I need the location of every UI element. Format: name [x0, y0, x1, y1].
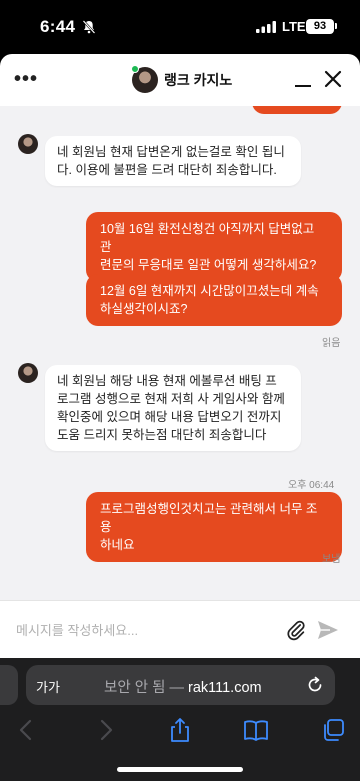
- message-input[interactable]: [16, 619, 256, 641]
- online-status-dot: [131, 65, 139, 73]
- back-icon[interactable]: [14, 717, 40, 743]
- more-dots-icon[interactable]: •••: [14, 68, 42, 90]
- message-line: 확인중에 있으며 해당 내용 답변오기 전까지: [57, 410, 282, 424]
- chat-messages[interactable]: 네 회원님 현재 답변온게 없는걸로 확인 됩니 다. 이용에 불편을 드려 대…: [0, 106, 360, 600]
- share-icon[interactable]: [167, 717, 193, 743]
- url-text[interactable]: 보안 안 됨 — rak111.com: [104, 676, 262, 697]
- reload-icon[interactable]: [305, 675, 325, 695]
- message-time: 오후 06:44: [288, 480, 335, 491]
- bell-slash-icon: [82, 20, 96, 34]
- message-line: 하실생각이시죠?: [100, 302, 188, 316]
- message-bubble-user: 12월 6일 현재까지 시간많이끄셨는데 계속 하실생각이시죠?: [86, 274, 342, 326]
- url-domain: rak111.com: [187, 680, 262, 696]
- chat-title: 랭크 카지노: [164, 72, 233, 88]
- forward-icon[interactable]: [92, 717, 118, 743]
- address-bar[interactable]: 가가 보안 안 됨 — rak111.com: [26, 665, 335, 705]
- security-warning: 보안 안 됨 —: [104, 680, 184, 696]
- message-line: 도움 드리지 못하는점 대단히 죄송합니다: [57, 428, 267, 442]
- status-bar: 6:44 LTE 93: [0, 0, 360, 54]
- tabs-icon[interactable]: [320, 717, 346, 743]
- send-icon[interactable]: [316, 619, 340, 641]
- message-line: 하네요: [100, 538, 135, 552]
- message-line: 프로그램성행인것치고는 관련해서 너무 조용: [100, 502, 318, 534]
- agent-avatar: [18, 134, 38, 154]
- sent-status: 보냄: [322, 554, 341, 565]
- message-bubble-user: 10월 16일 환전신청건 아직까지 답변없고 관 련문의 무응대로 일관 어떻…: [86, 212, 342, 282]
- message-line: 련문의 무응대로 일관 어떻게 생각하세요?: [100, 258, 317, 272]
- read-status: 읽음: [322, 338, 341, 349]
- message-line: 다. 이용에 불편을 드려 대단히 죄송합니다.: [57, 163, 277, 177]
- message-bubble-user: 프로그램성행인것치고는 관련해서 너무 조용 하네요: [86, 492, 342, 562]
- close-icon[interactable]: [322, 68, 344, 90]
- status-time: 6:44: [40, 17, 76, 36]
- message-composer: [0, 600, 360, 658]
- message-line: 10월 16일 환전신청건 아직까지 답변없고 관: [100, 222, 315, 254]
- battery-tip: [335, 23, 337, 29]
- battery-icon: 93: [306, 19, 334, 34]
- signal-icon: [256, 21, 276, 33]
- home-indicator: [117, 767, 243, 772]
- network-type: LTE: [282, 19, 306, 34]
- message-bubble-agent: 네 회원님 해당 내용 현재 에볼루션 배팅 프 로그램 성행으로 현재 저희 …: [45, 365, 301, 451]
- message-bubble-partial: [252, 106, 342, 114]
- bookmarks-icon[interactable]: [243, 717, 269, 743]
- text-size-button[interactable]: 가가: [36, 677, 60, 696]
- message-line: 네 회원님 해당 내용 현재 에볼루션 배팅 프: [57, 374, 277, 388]
- chat-header: ••• 랭크 카지노: [0, 54, 360, 106]
- message-line: 네 회원님 현재 답변온게 없는걸로 확인 됩니: [57, 145, 285, 159]
- paperclip-icon[interactable]: [285, 619, 307, 641]
- minimize-icon[interactable]: [292, 69, 314, 91]
- message-bubble-agent: 네 회원님 현재 답변온게 없는걸로 확인 됩니 다. 이용에 불편을 드려 대…: [45, 136, 301, 186]
- message-line: 로그램 성행으로 현재 저희 사 게임사와 함께: [57, 392, 285, 406]
- agent-avatar: [18, 363, 38, 383]
- previous-tab-peek[interactable]: [0, 665, 18, 705]
- message-line: 12월 6일 현재까지 시간많이끄셨는데 계속: [100, 284, 319, 298]
